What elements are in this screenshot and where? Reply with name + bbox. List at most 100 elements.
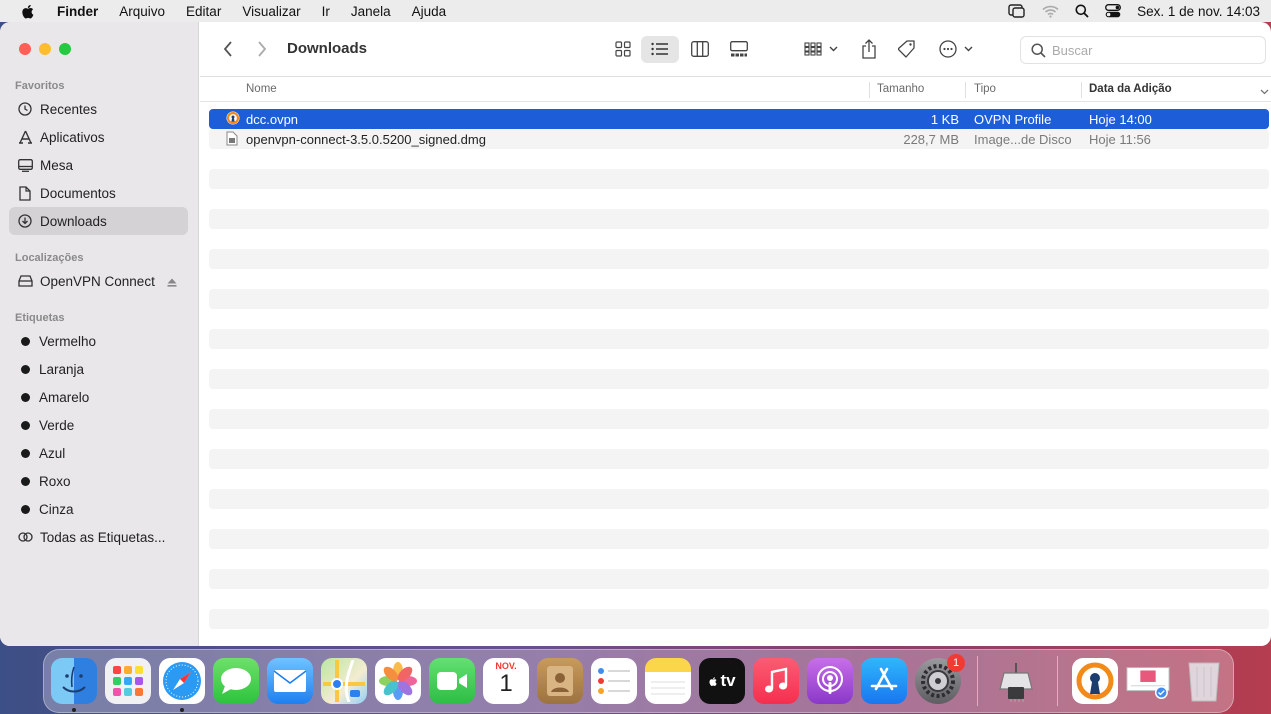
sidebar-tag-verde[interactable]: Verde: [9, 411, 188, 439]
dock-mail-icon[interactable]: [267, 658, 313, 704]
dock-music-icon[interactable]: [753, 658, 799, 704]
share-icon[interactable]: [859, 39, 879, 59]
sidebar-all-tags[interactable]: Todas as Etiquetas...: [9, 523, 188, 551]
sidebar-item-recentes[interactable]: Recentes: [9, 95, 188, 123]
sidebar-tag-roxo[interactable]: Roxo: [9, 467, 188, 495]
sidebar-item-label: Azul: [39, 445, 66, 461]
dock-facetime-icon[interactable]: [429, 658, 475, 704]
eject-icon[interactable]: [167, 275, 177, 290]
file-size: 1 KB: [930, 112, 959, 127]
search-field[interactable]: [1020, 36, 1266, 64]
sidebar-item-label: OpenVPN Connect: [40, 273, 155, 289]
favorites-section-title: Favoritos: [15, 80, 65, 92]
sidebar-tag-cinza[interactable]: Cinza: [9, 495, 188, 523]
clock-icon: [17, 101, 33, 117]
minimize-window-button[interactable]: [39, 43, 51, 55]
dock-finder-icon[interactable]: [51, 658, 97, 704]
column-header-name[interactable]: Nome: [246, 83, 277, 95]
sidebar-tag-azul[interactable]: Azul: [9, 439, 188, 467]
tag-icon[interactable]: [897, 39, 917, 59]
spotlight-search-icon[interactable]: [1075, 4, 1089, 18]
apps-icon: [17, 129, 33, 145]
finder-window: Favoritos Recentes Aplicativos Mesa Docu…: [0, 22, 1271, 646]
empty-row: [209, 569, 1269, 589]
sidebar-item-documentos[interactable]: Documentos: [9, 179, 188, 207]
sidebar-item-downloads[interactable]: Downloads: [9, 207, 188, 235]
menu-bar: Finder Arquivo Editar Visualizar Ir Jane…: [0, 0, 1271, 22]
dock-trash-icon[interactable]: [1181, 658, 1227, 704]
apple-logo-icon[interactable]: [20, 3, 37, 20]
dock-openvpn-icon[interactable]: [1072, 658, 1118, 704]
group-by-button[interactable]: [803, 39, 839, 59]
back-button[interactable]: [220, 39, 236, 59]
sidebar-tag-amarelo[interactable]: Amarelo: [9, 383, 188, 411]
column-header-size[interactable]: Tamanho: [877, 83, 924, 95]
more-actions-button[interactable]: [938, 39, 974, 59]
forward-button[interactable]: [254, 39, 270, 59]
menu-janela[interactable]: Janela: [351, 4, 391, 19]
icon-view-button[interactable]: [613, 39, 633, 59]
sidebar-item-aplicativos[interactable]: Aplicativos: [9, 123, 188, 151]
dock-reminders-icon[interactable]: [591, 658, 637, 704]
search-input[interactable]: [1052, 42, 1252, 58]
control-center-icon[interactable]: [1105, 4, 1122, 18]
sidebar-tag-laranja[interactable]: Laranja: [9, 355, 188, 383]
column-divider[interactable]: [965, 82, 966, 98]
empty-row: [209, 169, 1269, 189]
menubar-clock[interactable]: Sex. 1 de nov. 14:03: [1137, 4, 1260, 19]
empty-row: [209, 389, 1269, 409]
dock-launchpad-icon[interactable]: [105, 658, 151, 704]
file-row[interactable]: openvpn-connect-3.5.0.5200_signed.dmg 228…: [209, 129, 1269, 149]
dock-running-indicator: [72, 708, 76, 712]
wifi-icon[interactable]: [1042, 5, 1059, 18]
column-header-date-added[interactable]: Data da Adição: [1089, 83, 1172, 95]
sidebar-item-label: Todas as Etiquetas...: [40, 529, 166, 545]
sidebar-item-label: Downloads: [40, 213, 107, 229]
empty-row: [209, 349, 1269, 369]
sidebar-item-label: Recentes: [40, 101, 98, 117]
drive-icon: [17, 273, 33, 289]
empty-row: [209, 269, 1269, 289]
dock-apple-tv-icon[interactable]: tv: [699, 658, 745, 704]
menu-editar[interactable]: Editar: [186, 4, 221, 19]
gallery-view-button[interactable]: [729, 39, 749, 59]
dock-photos-icon[interactable]: [375, 658, 421, 704]
empty-row: [209, 329, 1269, 349]
dock-podcasts-icon[interactable]: [807, 658, 853, 704]
sidebar-item-openvpn-connect[interactable]: OpenVPN Connect: [9, 267, 188, 295]
dock-app-store-icon[interactable]: [861, 658, 907, 704]
menu-ajuda[interactable]: Ajuda: [412, 4, 447, 19]
menu-visualizar[interactable]: Visualizar: [242, 4, 300, 19]
zoom-window-button[interactable]: [59, 43, 71, 55]
menu-ir[interactable]: Ir: [322, 4, 330, 19]
file-kind: OVPN Profile: [974, 112, 1052, 127]
sidebar-item-mesa[interactable]: Mesa: [9, 151, 188, 179]
column-divider[interactable]: [1081, 82, 1082, 98]
list-view-icon: [650, 39, 670, 59]
dock-calendar-icon[interactable]: NOV. 1: [483, 658, 529, 704]
dock-messages-icon[interactable]: [213, 658, 259, 704]
screen-mirroring-icon[interactable]: [1008, 4, 1026, 18]
dock-contacts-icon[interactable]: [537, 658, 583, 704]
dock-installer-icon[interactable]: [993, 658, 1039, 704]
empty-row: [209, 509, 1269, 529]
dock-safari-icon[interactable]: [159, 658, 205, 704]
tag-dot-icon: [21, 364, 30, 374]
file-row[interactable]: dcc.ovpn 1 KB OVPN Profile Hoje 14:00: [209, 109, 1269, 129]
column-view-button[interactable]: [690, 39, 710, 59]
column-divider[interactable]: [869, 82, 870, 98]
dock-preview-icon[interactable]: [1125, 658, 1171, 704]
sort-descending-icon[interactable]: [1260, 86, 1269, 98]
search-icon: [1031, 42, 1046, 58]
empty-row: [209, 149, 1269, 169]
close-window-button[interactable]: [19, 43, 31, 55]
calendar-day: 1: [499, 670, 513, 697]
sidebar: Favoritos Recentes Aplicativos Mesa Docu…: [0, 22, 199, 646]
menu-finder[interactable]: Finder: [57, 4, 98, 19]
sidebar-tag-vermelho[interactable]: Vermelho: [9, 327, 188, 355]
menu-arquivo[interactable]: Arquivo: [119, 4, 165, 19]
column-header-kind[interactable]: Tipo: [974, 83, 996, 95]
dock-maps-icon[interactable]: [321, 658, 367, 704]
dock-notes-icon[interactable]: [645, 658, 691, 704]
document-icon: [17, 185, 33, 201]
